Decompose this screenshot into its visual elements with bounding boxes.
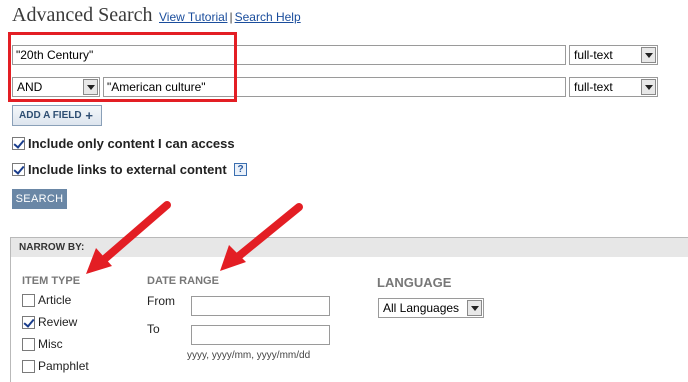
to-label: To xyxy=(147,322,160,336)
item-type-pamphlet[interactable]: Pamphlet xyxy=(22,359,102,375)
date-range-heading: DATE RANGE xyxy=(147,275,219,287)
language-select[interactable]: All Languages xyxy=(378,298,484,318)
pamphlet-checkbox[interactable] xyxy=(22,360,35,373)
date-format-hint: yyyy, yyyy/mm, yyyy/mm/dd xyxy=(187,350,311,361)
chevron-down-icon[interactable] xyxy=(467,300,482,316)
header-links: View Tutorial | Search Help xyxy=(159,10,301,24)
item-type-review[interactable]: Review xyxy=(22,315,102,331)
from-label: From xyxy=(147,294,175,308)
help-icon[interactable]: ? xyxy=(234,163,247,176)
date-from-input[interactable] xyxy=(191,296,330,316)
item-type-heading: ITEM TYPE xyxy=(22,275,81,287)
search-help-link[interactable]: Search Help xyxy=(235,10,301,24)
review-checkbox[interactable] xyxy=(22,316,35,329)
external-links-label: Include links to external content xyxy=(28,162,227,177)
article-label: Article xyxy=(38,293,72,307)
misc-checkbox[interactable] xyxy=(22,338,35,351)
field-select-2[interactable]: full-text xyxy=(569,77,658,97)
field-select-1[interactable]: full-text xyxy=(569,45,658,65)
misc-label: Misc xyxy=(38,337,63,351)
narrow-by-heading: NARROW BY: xyxy=(11,238,688,257)
page-title: Advanced Search xyxy=(12,4,153,26)
search-button[interactable]: SEARCH xyxy=(12,189,67,209)
only-access-option[interactable]: Include only content I can access xyxy=(12,136,272,152)
review-label: Review xyxy=(38,315,78,329)
article-checkbox[interactable] xyxy=(22,294,35,307)
date-to-input[interactable] xyxy=(191,325,330,345)
external-links-option[interactable]: Include links to external content ? xyxy=(12,162,262,178)
pamphlet-label: Pamphlet xyxy=(38,359,89,373)
add-field-button[interactable]: ADD A FIELD + xyxy=(12,105,102,126)
narrow-by-panel: NARROW BY: xyxy=(10,237,688,382)
view-tutorial-link[interactable]: View Tutorial xyxy=(159,10,227,24)
field-select-2-value: full-text xyxy=(574,80,613,94)
plus-icon: + xyxy=(85,108,93,123)
only-access-label: Include only content I can access xyxy=(28,136,235,151)
item-type-article[interactable]: Article xyxy=(22,293,102,309)
chevron-down-icon[interactable] xyxy=(641,47,656,63)
language-heading: LANGUAGE xyxy=(377,275,452,290)
item-type-misc[interactable]: Misc xyxy=(22,337,102,353)
only-access-checkbox[interactable] xyxy=(12,137,25,150)
link-separator: | xyxy=(229,10,233,24)
add-field-label: ADD A FIELD xyxy=(19,110,82,121)
field-select-1-value: full-text xyxy=(574,48,613,62)
language-select-value: All Languages xyxy=(383,301,460,315)
chevron-down-icon[interactable] xyxy=(641,79,656,95)
annotation-highlight-box xyxy=(8,32,237,102)
external-links-checkbox[interactable] xyxy=(12,163,25,176)
